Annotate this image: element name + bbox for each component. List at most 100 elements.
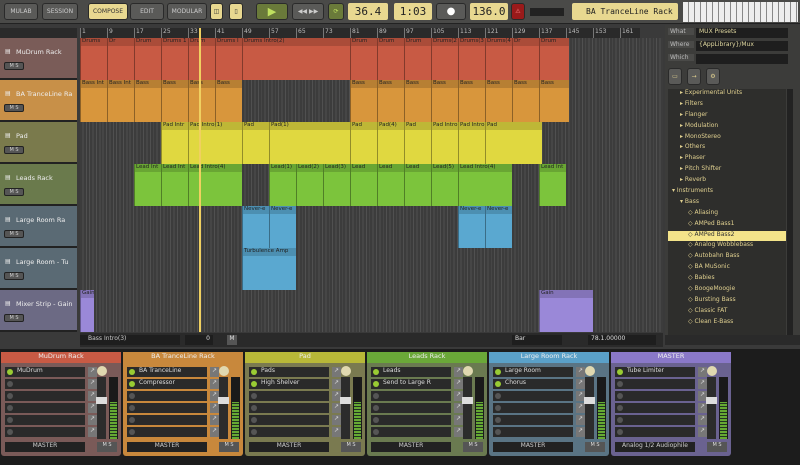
clip[interactable]: Never-e <box>458 206 485 248</box>
clip[interactable]: Lead Int <box>134 164 161 206</box>
effect-slot[interactable] <box>371 403 451 413</box>
fader-handle[interactable] <box>706 397 717 404</box>
clip[interactable]: Lead <box>377 164 404 206</box>
clip[interactable]: Drums I <box>215 38 242 80</box>
power-led[interactable] <box>495 369 501 375</box>
effect-slot[interactable] <box>249 403 329 413</box>
power-led[interactable] <box>129 429 135 435</box>
tree-item[interactable]: ◇ Classic FAT <box>668 307 786 318</box>
track-header[interactable]: ▤ BA TranceLine Ra M S <box>0 80 77 122</box>
tree-item[interactable]: ◇ BoogeMoogie <box>668 285 786 296</box>
track-lane[interactable]: Bass Int Bass Int Bass Bass Bass Bass Bass Bass… <box>80 80 663 122</box>
power-led[interactable] <box>7 381 13 387</box>
effect-slot[interactable] <box>615 415 695 425</box>
mute-solo-button[interactable]: M S <box>4 272 24 280</box>
edit-icon[interactable]: ↗ <box>698 427 707 437</box>
tree-item[interactable]: ▸ Experimental Units <box>668 89 786 100</box>
mute-solo-button[interactable]: M S <box>585 442 605 452</box>
effect-slot[interactable]: Leads <box>371 367 451 377</box>
folder-icon[interactable]: ▭ <box>668 68 682 85</box>
clip[interactable]: Pad Intro(1) <box>188 122 242 164</box>
mute-solo-button[interactable]: M S <box>4 146 24 154</box>
clip[interactable]: Drum <box>188 38 215 80</box>
clip[interactable]: Gain <box>80 290 94 332</box>
effect-slot[interactable] <box>493 415 573 425</box>
clip[interactable]: Pad <box>404 122 431 164</box>
effect-slot[interactable] <box>127 391 207 401</box>
pan-knob[interactable] <box>341 366 351 376</box>
tree-item[interactable]: ◇ AMPed Bass2 <box>668 230 786 242</box>
which-field[interactable]: Which <box>668 54 788 64</box>
record-button[interactable]: ● <box>436 3 466 20</box>
clip[interactable]: Never-e <box>485 206 512 248</box>
effect-slot[interactable] <box>493 427 573 437</box>
tree-item[interactable]: ▸ Pitch Shifter <box>668 165 786 176</box>
clip[interactable]: Pad Intr <box>161 122 188 164</box>
edit-icon[interactable]: ↗ <box>576 367 585 377</box>
clip[interactable]: Never-e <box>242 206 269 248</box>
edit-icon[interactable]: ↗ <box>210 379 219 389</box>
clip[interactable]: Lead Intro(4) <box>458 164 512 206</box>
effect-slot[interactable]: Send to Large R <box>371 379 451 389</box>
clip[interactable]: Drum <box>134 38 161 80</box>
tempo-display[interactable]: 136.0 <box>470 3 508 20</box>
edit-icon[interactable]: ↗ <box>332 427 341 437</box>
clip[interactable]: Lead <box>350 164 377 206</box>
mulab-button[interactable]: MULAB <box>4 3 38 20</box>
power-led[interactable] <box>129 393 135 399</box>
output-select[interactable]: MASTER <box>5 442 85 452</box>
fader-handle[interactable] <box>218 397 229 404</box>
rewind-forward-button[interactable]: ◀◀ ▶▶ <box>292 3 324 20</box>
power-led[interactable] <box>495 429 501 435</box>
clip[interactable]: Lead(1) <box>269 164 296 206</box>
effect-slot[interactable] <box>615 391 695 401</box>
edit-button[interactable]: EDIT <box>130 3 164 20</box>
clip[interactable]: Dr <box>107 38 134 80</box>
edit-icon[interactable]: ↗ <box>576 403 585 413</box>
power-led[interactable] <box>373 417 379 423</box>
track-header[interactable]: ▤ MuDrum Rack M S <box>0 38 77 80</box>
effect-slot[interactable] <box>5 403 85 413</box>
tree-item[interactable]: ◇ Clean E-Bass <box>668 318 786 329</box>
loop-icon[interactable]: ⟳ <box>328 3 344 20</box>
power-led[interactable] <box>7 369 13 375</box>
tree-item[interactable]: ▸ Modulation <box>668 122 786 133</box>
mute-solo-button[interactable]: M S <box>341 442 361 452</box>
effect-slot[interactable] <box>493 391 573 401</box>
edit-icon[interactable]: ↗ <box>210 367 219 377</box>
mute-solo-button[interactable]: M S <box>4 314 24 322</box>
clip[interactable]: Pad Intro(1) <box>458 122 485 164</box>
edit-icon[interactable]: ↗ <box>88 403 97 413</box>
power-led[interactable] <box>129 381 135 387</box>
tree-item[interactable]: ▸ Filters <box>668 100 786 111</box>
volume-fader[interactable] <box>341 377 350 439</box>
track-lane[interactable]: Lead Int Lead Int Lead Intro(4) Lead(1) Lead… <box>80 164 663 206</box>
clip[interactable]: Drum <box>539 38 570 80</box>
clip[interactable]: Pad Intro(1) <box>431 122 458 164</box>
clip[interactable]: Pad <box>485 122 543 164</box>
tree-item[interactable]: ▾ Instruments <box>668 187 786 198</box>
power-led[interactable] <box>373 369 379 375</box>
effect-slot[interactable] <box>249 427 329 437</box>
effect-slot[interactable]: Pads <box>249 367 329 377</box>
clip[interactable]: Bass <box>215 80 242 122</box>
clip[interactable]: Bass <box>350 80 377 122</box>
clip[interactable]: Drums(2 <box>431 38 458 80</box>
clip[interactable]: Pad <box>350 122 377 164</box>
edit-icon[interactable]: ↗ <box>454 427 463 437</box>
effect-slot[interactable] <box>249 415 329 425</box>
output-select[interactable]: Analog 1/2 Audiophile <box>615 442 695 452</box>
clip[interactable]: Bass <box>161 80 188 122</box>
track-header[interactable]: ▤ Large Room - Tu M S <box>0 248 77 290</box>
clip[interactable]: Bass <box>377 80 404 122</box>
clip[interactable]: Bass Int <box>107 80 134 122</box>
clip[interactable]: Drums 1 <box>161 38 188 80</box>
track-lane[interactable]: Drums Dr Drum Drums 1 Drum Drums I Drums Intro… <box>80 38 663 80</box>
clip[interactable]: Lead Intro(4) <box>188 164 242 206</box>
playhead[interactable] <box>199 28 202 332</box>
effect-slot[interactable]: Tube Limiter <box>615 367 695 377</box>
effect-slot[interactable] <box>249 391 329 401</box>
tree-item[interactable]: ▾ Bass <box>668 198 786 209</box>
effect-slot[interactable] <box>615 379 695 389</box>
tree-item[interactable]: ▸ Flanger <box>668 111 786 122</box>
